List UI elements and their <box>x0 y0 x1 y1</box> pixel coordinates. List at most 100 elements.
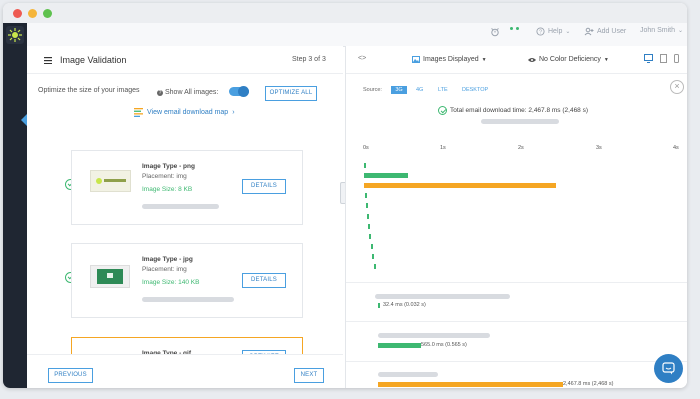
toolbar-divider <box>346 73 687 74</box>
placeholder-bar <box>142 297 234 302</box>
waterfall-bar[interactable] <box>364 183 556 188</box>
waterfall-bar[interactable] <box>369 234 371 239</box>
waterfall-bar[interactable] <box>374 264 376 269</box>
help-label: Help <box>548 28 563 35</box>
image-size: Image Size: 8 KB <box>142 186 193 193</box>
app-window: ? Help ⌄ Add User John Smith ⌄ Image Val… <box>3 3 687 388</box>
section-divider <box>346 282 687 283</box>
placeholder-bar <box>378 372 438 377</box>
axis-tick: 3s <box>596 145 602 151</box>
show-all-label: Show All images: <box>165 89 219 96</box>
source-tab-desktop[interactable]: DESKTOP <box>462 87 488 93</box>
app-logo-icon[interactable] <box>6 26 24 44</box>
placeholder-bar <box>378 333 490 338</box>
show-all-toggle[interactable] <box>229 86 249 97</box>
waterfall-bar[interactable] <box>364 163 366 168</box>
desktop-view-icon[interactable] <box>644 54 653 63</box>
detail-time-label: 2,467.8 ms (2,468 s) <box>563 381 614 387</box>
chat-button[interactable] <box>654 354 683 383</box>
images-displayed-dropdown[interactable]: Images Displayed ▼ <box>412 56 487 63</box>
page-title: Image Validation <box>60 55 127 65</box>
svg-text:?: ? <box>539 30 542 36</box>
waterfall-bar[interactable] <box>371 244 373 249</box>
detail-time-label: 565.0 ms (0.565 s) <box>421 342 467 348</box>
waterfall-bar[interactable] <box>368 224 370 229</box>
email-map-link[interactable]: View email download map › <box>134 108 235 117</box>
total-time-row: Total email download time: 2,467.8 ms (2… <box>438 106 588 115</box>
sidebar <box>3 23 27 388</box>
axis-tick: 1s <box>440 145 446 151</box>
menu-icon[interactable] <box>44 57 52 64</box>
image-placement: Placement: img <box>142 173 187 180</box>
caret-down-icon: ▼ <box>603 56 609 63</box>
color-deficiency-label: No Color Deficiency <box>539 56 601 63</box>
chevron-down-icon: ⌄ <box>678 28 684 34</box>
detail-bar <box>378 303 380 308</box>
user-menu[interactable]: John Smith ⌄ <box>640 27 683 34</box>
image-card: Image Type - png Placement: img Image Si… <box>71 150 303 225</box>
image-thumbnail <box>90 265 130 288</box>
add-user-button[interactable]: Add User <box>584 27 626 36</box>
source-label: Source: <box>363 87 382 93</box>
waterfall-bar[interactable] <box>364 173 408 178</box>
source-tab-4g[interactable]: 4G <box>416 87 423 93</box>
image-card: Image Type - jpg Placement: img Image Si… <box>71 243 303 318</box>
total-download-time: Total email download time: 2,467.8 ms (2… <box>450 107 589 114</box>
show-all-label-group: ? Show All images: <box>157 89 218 96</box>
chevron-right-icon: › <box>232 109 235 116</box>
axis-tick: 4s <box>673 145 679 151</box>
tablet-view-icon[interactable] <box>660 54 667 63</box>
placeholder-bar <box>142 204 219 209</box>
image-icon <box>412 56 420 63</box>
previous-button[interactable]: PREVIOUS <box>48 368 93 383</box>
section-divider <box>346 361 687 362</box>
section-divider <box>346 321 687 322</box>
detail-time-label: 32.4 ms (0.032 s) <box>383 302 426 308</box>
source-tab-lte[interactable]: LTE <box>438 87 448 93</box>
placeholder-bar <box>481 119 559 124</box>
email-map-link-text: View email download map <box>147 109 229 116</box>
help-menu[interactable]: ? Help ⌄ <box>536 27 570 36</box>
user-name: John Smith <box>640 27 676 34</box>
images-displayed-label: Images Displayed <box>423 56 479 63</box>
image-size: Image Size: 140 KB <box>142 279 200 286</box>
right-panel: <> Images Displayed ▼ No Color Deficienc… <box>345 46 687 388</box>
waterfall-bar[interactable] <box>372 254 374 259</box>
image-thumbnail <box>90 170 131 192</box>
step-indicator: Step 3 of 3 <box>292 56 326 63</box>
maximize-window-button[interactable] <box>43 9 52 18</box>
color-deficiency-dropdown[interactable]: No Color Deficiency ▼ <box>528 56 609 63</box>
add-user-label: Add User <box>597 28 627 35</box>
help-icon: ? <box>536 27 545 36</box>
close-window-button[interactable] <box>13 9 22 18</box>
code-icon[interactable]: <> <box>358 55 366 62</box>
waterfall-bar[interactable] <box>367 214 369 219</box>
placeholder-bar <box>375 294 510 299</box>
help-icon[interactable]: ? <box>157 89 163 96</box>
axis-tick: 2s <box>518 145 524 151</box>
close-icon[interactable]: × <box>670 80 684 94</box>
detail-bar <box>378 382 563 387</box>
axis-tick: 0s <box>363 145 369 151</box>
eye-icon <box>528 57 536 62</box>
optimize-prompt: Optimize the size of your images <box>38 87 140 94</box>
minimize-window-button[interactable] <box>28 9 37 18</box>
caret-down-icon: ▼ <box>481 56 487 63</box>
add-user-icon <box>584 27 594 36</box>
header-divider <box>27 73 343 74</box>
chevron-down-icon: ⌄ <box>565 29 571 35</box>
list-icon <box>134 108 143 117</box>
details-button[interactable]: DETAILS <box>242 273 286 288</box>
optimize-all-button[interactable]: OPTIMIZE ALL <box>265 86 317 101</box>
details-button[interactable]: DETAILS <box>242 179 286 194</box>
title-bar <box>3 3 687 23</box>
alarm-icon[interactable] <box>490 27 500 37</box>
waterfall-bar[interactable] <box>365 193 367 198</box>
mobile-view-icon[interactable] <box>674 54 679 63</box>
check-icon <box>438 106 447 115</box>
detail-bar <box>378 343 421 348</box>
image-type: Image Type - png <box>142 163 195 170</box>
source-tab-3g[interactable]: 3G <box>391 86 407 94</box>
next-button[interactable]: NEXT <box>294 368 324 383</box>
waterfall-bar[interactable] <box>366 203 368 208</box>
